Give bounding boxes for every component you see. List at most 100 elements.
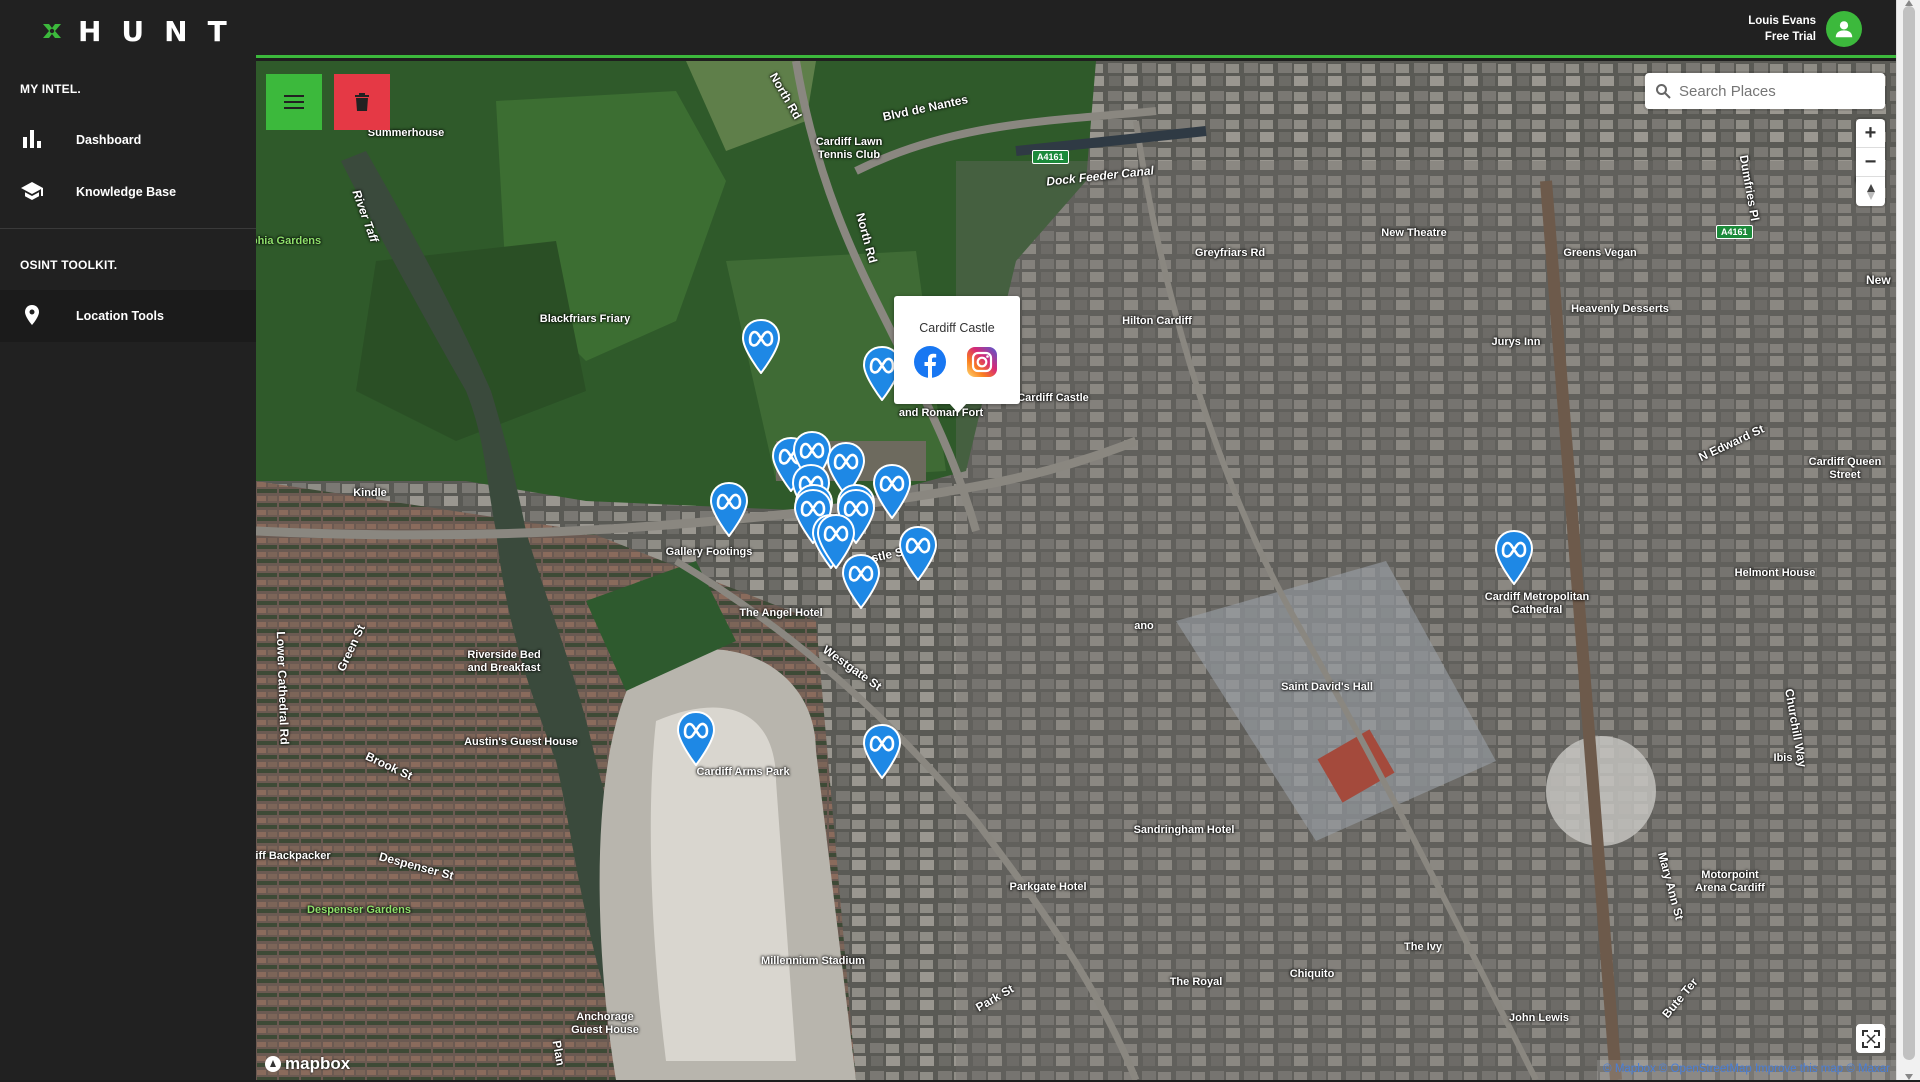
sidebar-item-label: Location Tools [76,309,164,323]
place-label: Austin's Guest House [464,736,578,748]
zoom-controls: + − [1856,119,1885,206]
sidebar-item-dashboard[interactable]: Dashboard [0,114,256,166]
place-label: Heavenly Desserts [1571,303,1669,315]
fullscreen-button[interactable] [1856,1024,1885,1053]
scroll-down-icon[interactable] [1903,1072,1915,1082]
place-label: Sandringham Hotel [1133,824,1235,836]
hamburger-icon [284,95,304,109]
fullscreen-icon [1861,1029,1880,1048]
facebook-icon[interactable] [914,346,946,378]
menu-button[interactable] [266,74,322,130]
sidebar-item-knowledge-base[interactable]: Knowledge Base [0,166,256,218]
place-label: Ibis [1773,752,1793,764]
compass-button[interactable] [1856,177,1885,206]
map-canvas[interactable]: Blvd de Nantes Dock Feeder Canal North R… [256,61,1896,1080]
place-label: Millennium Stadium [761,955,865,967]
meta-icon [862,723,902,780]
place-label: Despenser Gardens [307,904,411,916]
location-pin-icon [25,305,39,325]
map-pin[interactable] [872,463,912,520]
place-label: Saint David's Hall [1281,681,1373,693]
trash-icon [355,93,369,111]
section-title-my-intel: MY INTEL. [20,82,81,96]
delete-button[interactable] [334,74,390,130]
road-label: New [1866,273,1891,287]
sidebar-item-location-tools[interactable]: Location Tools [0,290,256,342]
map-pin[interactable] [676,710,716,767]
graduation-cap-icon [21,182,43,200]
sidebar-item-label: Knowledge Base [76,185,177,199]
road-shield: A4161 [1716,225,1753,239]
user-plan: Free Trial [1764,31,1816,43]
mapbox-wordmark: mapbox [285,1054,351,1073]
place-label: Anchorage Guest House [571,1011,639,1036]
place-label: Cardiff Arms Park [696,766,790,778]
map-attribution[interactable]: © Mapbox © OpenStreetMap Improve this ma… [1597,1060,1896,1080]
instagram-icon[interactable] [966,346,998,378]
place-label: New Theatre [1381,227,1447,239]
mapbox-icon [265,1056,281,1072]
popup-title: Cardiff Castle [919,321,995,335]
place-label: Parkgate Hotel [1009,881,1087,893]
sidebar-item-label: Dashboard [76,133,142,147]
place-label: Motorpoint Arena Cardiff [1695,869,1765,894]
zoom-in-button[interactable]: + [1856,119,1885,148]
place-label: John Lewis [1509,1012,1569,1024]
meta-icon [676,710,716,767]
app-name: HUNT [78,14,247,48]
map-pin[interactable] [841,553,881,610]
sidebar-divider [0,228,256,229]
popup-tip [949,403,967,413]
meta-icon [898,525,938,582]
place-label: Greens Vegan [1563,247,1637,259]
scrollbar[interactable] [1896,0,1920,1080]
meta-icon [1494,529,1534,586]
user-icon [1835,21,1853,38]
place-label: Gallery Footings [665,546,753,558]
place-label: Cardiff Queen Street [1808,456,1882,481]
avatar[interactable] [1826,11,1862,47]
sidebar: HUNT MY INTEL. Dashboard Knowledge Base … [0,0,256,1080]
satellite-imagery [256,61,1896,1080]
place-label: The Ivy [1404,941,1442,953]
place-label: Kindle [353,487,387,499]
map-pin[interactable] [898,525,938,582]
app-logo[interactable]: HUNT [40,14,247,48]
bar-chart-icon [23,130,41,148]
hunt-logo-icon [43,24,61,38]
meta-icon [709,481,749,538]
place-label: Greyfriars Rd [1194,247,1266,259]
map-pin[interactable] [709,481,749,538]
user-menu[interactable]: Louis Evans Free Trial [1748,0,1862,58]
place-label: Cardiff Castle [1017,392,1089,404]
meta-icon [841,553,881,610]
place-label: Riverside Bed and Breakfast [467,649,541,674]
scrollbar-thumb[interactable] [1903,6,1915,1060]
search-box[interactable] [1645,73,1885,109]
place-label: phia Gardens [256,235,322,247]
section-title-osint-toolkit: OSINT TOOLKIT. [20,258,118,272]
map-pin[interactable] [741,318,781,375]
map-pin[interactable] [1494,529,1534,586]
place-label: iff Backpacker [256,850,331,862]
search-input[interactable] [1679,82,1869,100]
user-name: Louis Evans [1748,15,1816,27]
top-bar: Louis Evans Free Trial [256,0,1896,58]
place-label: Cardiff Lawn Tennis Club [815,136,883,161]
place-label: Helmont House [1734,567,1816,579]
place-label: Cardiff Metropolitan Cathedral [1484,591,1590,616]
search-icon [1656,84,1671,99]
place-label: The Royal [1169,976,1223,988]
road-shield: A4161 [1032,150,1069,164]
place-label: Chiquito [1289,968,1335,980]
map-pin[interactable] [862,723,902,780]
mapbox-logo[interactable]: mapbox [264,1054,350,1074]
compass-icon [1866,183,1875,200]
place-label: Blackfriars Friary [539,313,631,325]
place-label: ano [1134,620,1154,632]
zoom-out-button[interactable]: − [1856,148,1885,177]
place-popup: Cardiff Castle [894,296,1020,413]
meta-icon [872,463,912,520]
place-label: The Angel Hotel [739,607,823,619]
place-label: Hilton Cardiff [1122,315,1192,327]
